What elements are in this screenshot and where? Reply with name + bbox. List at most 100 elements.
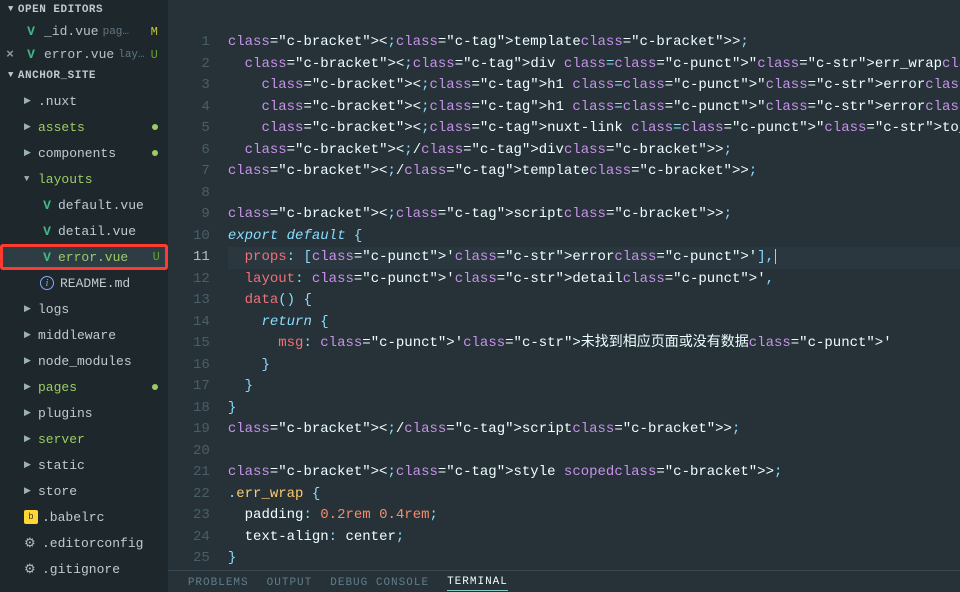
panel-tab-terminal[interactable]: TERMINAL bbox=[447, 576, 508, 591]
modified-dot-icon bbox=[152, 124, 158, 130]
code-line[interactable]: return { bbox=[228, 312, 960, 334]
open-editor-item[interactable]: ×Verror.vuelay…U bbox=[0, 43, 168, 66]
vcs-badge: U bbox=[151, 48, 158, 62]
chevron-right-icon bbox=[24, 486, 34, 496]
code-line[interactable]: } bbox=[228, 376, 960, 398]
item-name: .editorconfig bbox=[42, 536, 143, 551]
code-line[interactable] bbox=[228, 183, 960, 205]
code-line[interactable]: text-align: center; bbox=[228, 527, 960, 549]
code-line[interactable]: class="c-bracket"><;/class="c-tag">templ… bbox=[228, 161, 960, 183]
code-line[interactable] bbox=[228, 441, 960, 463]
file-item[interactable]: ⚙.editorconfig bbox=[0, 530, 168, 556]
babel-icon: b bbox=[24, 510, 38, 524]
folder-item[interactable]: node_modules bbox=[0, 348, 168, 374]
line-number: 7 bbox=[168, 161, 210, 183]
code-line[interactable]: export default { bbox=[228, 226, 960, 248]
chevron-right-icon bbox=[24, 148, 34, 158]
folder-item[interactable]: server bbox=[0, 426, 168, 452]
item-name: middleware bbox=[38, 328, 116, 343]
line-number: 17 bbox=[168, 376, 210, 398]
item-name: error.vue bbox=[58, 250, 128, 265]
modified-dot-icon bbox=[152, 150, 158, 156]
code-line[interactable]: class="c-bracket"><;class="c-tag">script… bbox=[228, 204, 960, 226]
code-line[interactable]: class="c-bracket"><;class="c-tag">nuxt-l… bbox=[228, 118, 960, 140]
file-item[interactable]: Verror.vueU bbox=[0, 244, 168, 270]
open-editors-header[interactable]: ▼ OPEN EDITORS bbox=[0, 0, 168, 20]
folder-item[interactable]: pages bbox=[0, 374, 168, 400]
code-line[interactable]: class="c-bracket"><;/class="c-tag">divcl… bbox=[228, 140, 960, 162]
file-tree: .nuxt assetscomponentslayoutsVdefault.vue… bbox=[0, 88, 168, 592]
code-line[interactable]: msg: class="c-punct">'class="c-str">未找到相… bbox=[228, 333, 960, 355]
item-name: .gitignore bbox=[42, 562, 120, 577]
code-line[interactable]: } bbox=[228, 355, 960, 377]
item-name: server bbox=[38, 432, 85, 447]
code-line[interactable]: class="c-bracket"><;class="c-tag">h1 cla… bbox=[228, 75, 960, 97]
line-number: 19 bbox=[168, 419, 210, 441]
vue-icon: V bbox=[40, 224, 54, 239]
vue-icon: V bbox=[24, 24, 38, 39]
code-line[interactable]: layout: class="c-punct">'class="c-str">d… bbox=[228, 269, 960, 291]
chevron-right-icon bbox=[24, 408, 34, 418]
line-number: 23 bbox=[168, 505, 210, 527]
vue-icon: V bbox=[24, 47, 38, 62]
chevron-right-icon bbox=[24, 382, 34, 392]
code-line[interactable]: class="c-bracket"><;class="c-tag">templa… bbox=[228, 32, 960, 54]
code-area[interactable]: 1234567891011121314151617181920212223242… bbox=[168, 0, 960, 570]
line-number: 6 bbox=[168, 140, 210, 162]
code-line[interactable]: data() { bbox=[228, 290, 960, 312]
line-number: 14 bbox=[168, 312, 210, 334]
open-editor-item[interactable]: V_id.vuepag…M bbox=[0, 20, 168, 43]
project-header[interactable]: ▼ ANCHOR_SITE bbox=[0, 66, 168, 86]
chevron-right-icon bbox=[24, 96, 34, 106]
file-item[interactable]: iREADME.md bbox=[0, 270, 168, 296]
modified-dot-icon bbox=[152, 384, 158, 390]
line-number: 1 bbox=[168, 32, 210, 54]
close-icon[interactable]: × bbox=[4, 47, 16, 62]
code-line[interactable]: props: [class="c-punct">'class="c-str">e… bbox=[228, 247, 960, 269]
item-name: detail.vue bbox=[58, 224, 136, 239]
project-label: ANCHOR_SITE bbox=[18, 70, 96, 82]
line-number: 22 bbox=[168, 484, 210, 506]
folder-item[interactable]: logs bbox=[0, 296, 168, 322]
code-line[interactable]: } bbox=[228, 548, 960, 570]
file-name: _id.vue bbox=[44, 24, 99, 39]
sidebar: ▼ OPEN EDITORS V_id.vuepag…M×Verror.vuel… bbox=[0, 0, 168, 592]
file-item[interactable]: ⚙.gitignore bbox=[0, 556, 168, 582]
folder-item[interactable]: middleware bbox=[0, 322, 168, 348]
item-name: README.md bbox=[60, 276, 130, 291]
code-line[interactable]: class="c-bracket"><;class="c-tag">h1 cla… bbox=[228, 97, 960, 119]
code-line[interactable]: .err_wrap { bbox=[228, 484, 960, 506]
panel-tab-debug-console[interactable]: DEBUG CONSOLE bbox=[330, 577, 429, 591]
file-meta: pag… bbox=[103, 26, 129, 38]
item-name: .nuxt bbox=[38, 94, 77, 109]
line-number: 18 bbox=[168, 398, 210, 420]
item-name: static bbox=[38, 458, 85, 473]
line-number: 4 bbox=[168, 97, 210, 119]
file-item[interactable]: Vdetail.vue bbox=[0, 218, 168, 244]
editor-pane: ▶ 12345678910111213141516171819202122232… bbox=[168, 0, 960, 592]
code-line[interactable]: class="c-bracket"><;class="c-tag">style … bbox=[228, 462, 960, 484]
code-line[interactable]: padding: 0.2rem 0.4rem; bbox=[228, 505, 960, 527]
folder-item[interactable]: static bbox=[0, 452, 168, 478]
code-line[interactable]: class="c-bracket"><;/class="c-tag">scrip… bbox=[228, 419, 960, 441]
vue-icon: V bbox=[40, 198, 54, 213]
code-content[interactable]: class="c-bracket"><;class="c-tag">templa… bbox=[228, 32, 960, 570]
folder-item[interactable]: assets bbox=[0, 114, 168, 140]
line-number: 10 bbox=[168, 226, 210, 248]
line-number: 2 bbox=[168, 54, 210, 76]
chevron-right-icon bbox=[24, 330, 34, 340]
chevron-right-icon bbox=[24, 460, 34, 470]
panel-tab-problems[interactable]: PROBLEMS bbox=[188, 577, 249, 591]
code-line[interactable]: } bbox=[228, 398, 960, 420]
folder-item[interactable]: .nuxt bbox=[0, 88, 168, 114]
code-line[interactable]: class="c-bracket"><;class="c-tag">div cl… bbox=[228, 54, 960, 76]
app-root: ▼ OPEN EDITORS V_id.vuepag…M×Verror.vuel… bbox=[0, 0, 960, 592]
folder-item[interactable]: components bbox=[0, 140, 168, 166]
file-item[interactable]: Vdefault.vue bbox=[0, 192, 168, 218]
item-name: store bbox=[38, 484, 77, 499]
folder-item[interactable]: plugins bbox=[0, 400, 168, 426]
folder-item[interactable]: store bbox=[0, 478, 168, 504]
folder-item[interactable]: layouts bbox=[0, 166, 168, 192]
file-item[interactable]: b.babelrc bbox=[0, 504, 168, 530]
panel-tab-output[interactable]: OUTPUT bbox=[267, 577, 313, 591]
